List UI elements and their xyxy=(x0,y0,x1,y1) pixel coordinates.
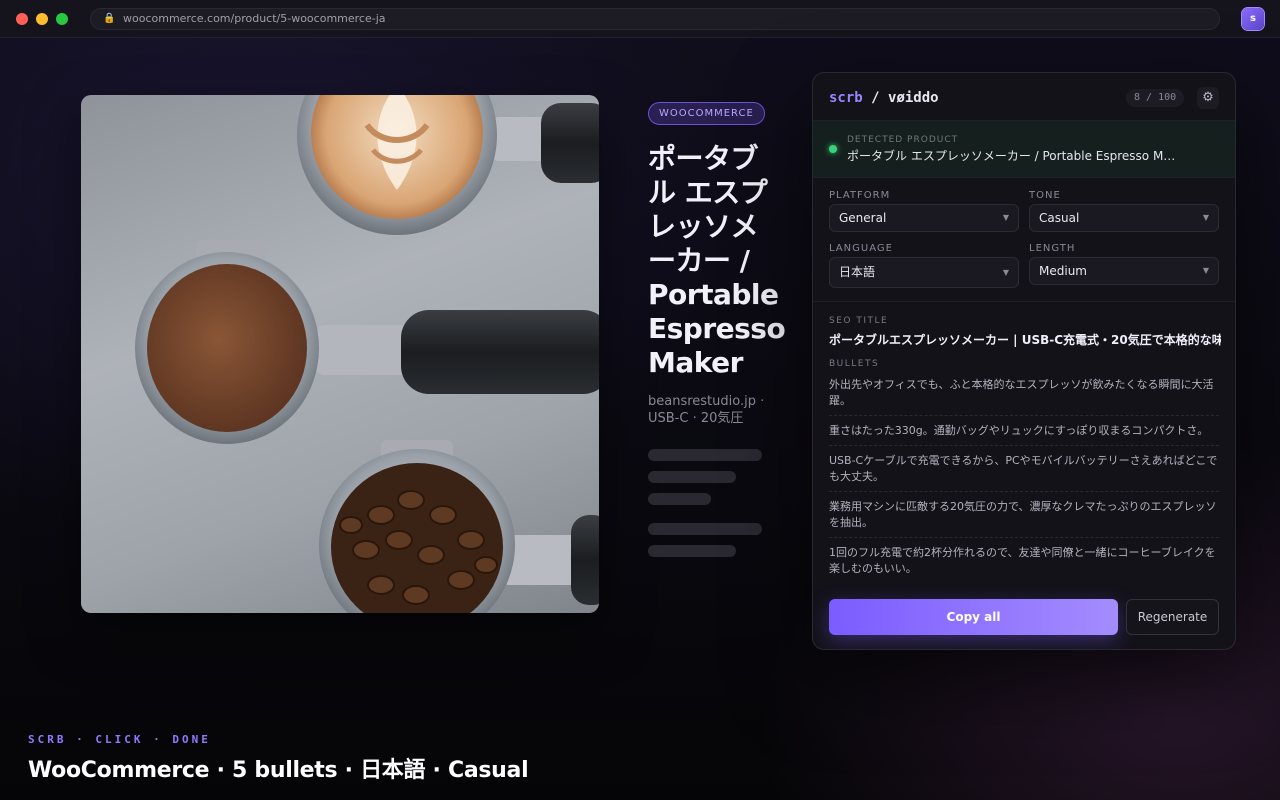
brand-logo: scrb / vøiddo xyxy=(829,90,939,106)
bullet-item[interactable]: 外出先やオフィスでも、ふと本格的なエスプレッソが飲みたくなる瞬間に大活躍。 xyxy=(829,377,1219,409)
caption-headline: WooCommerce · 5 bullets · 日本語 · Casual xyxy=(28,758,529,783)
placeholder-line xyxy=(648,493,711,505)
status-dot-icon xyxy=(829,145,837,153)
placeholder-line xyxy=(648,449,762,461)
placeholder-line xyxy=(648,545,736,557)
address-bar[interactable]: 🔒 woocommerce.com/product/5-woocommerce-… xyxy=(90,8,1220,30)
product-meta: beansrestudio.jp · USB-C · 20気圧 xyxy=(648,394,765,426)
product-image xyxy=(81,95,599,613)
platform-badge: WOOCOMMERCE xyxy=(648,102,765,125)
scrb-extension-panel: scrb / vøiddo 8 / 100 ⚙ DETECTED PRODUCT… xyxy=(812,72,1236,650)
platform-select[interactable]: General ▼ xyxy=(829,204,1019,232)
bullet-divider xyxy=(829,491,1219,492)
chevron-down-icon: ▼ xyxy=(1002,268,1009,277)
bullet-divider xyxy=(829,445,1219,446)
tone-value: Casual xyxy=(1039,211,1080,225)
length-value: Medium xyxy=(1039,264,1087,278)
bullet-divider xyxy=(829,537,1219,538)
placeholder-line xyxy=(648,523,762,535)
chevron-down-icon: ▼ xyxy=(1202,266,1209,275)
detected-product: DETECTED PRODUCT ポータブル エスプレッソメーカー / Port… xyxy=(813,121,1235,178)
chevron-down-icon: ▼ xyxy=(1002,213,1009,222)
platform-value: General xyxy=(839,211,887,225)
bullet-item[interactable]: 業務用マシンに匹敵する20気圧の力で、濃厚なクレマたっぷりのエスプレッソを抽出。 xyxy=(829,499,1219,531)
panel-header: scrb / vøiddo 8 / 100 ⚙ xyxy=(813,73,1235,121)
brand-separator: / xyxy=(862,90,889,106)
bullets-label: BULLETS xyxy=(829,359,880,369)
brand-name: vøiddo xyxy=(888,90,939,106)
placeholder-line xyxy=(648,471,736,483)
window-maximize-button[interactable] xyxy=(56,13,68,25)
product-title: ポータブル エスプレッソメーカー / Portable Espresso Mak… xyxy=(648,142,786,379)
usage-counter: 8 / 100 xyxy=(1126,89,1185,107)
language-select[interactable]: 日本語 ▼ xyxy=(829,257,1019,288)
bullet-item[interactable]: 重さはたった330g。通勤バッグやリュックにすっぽり収まるコンパクトさ。 xyxy=(829,423,1219,439)
bullet-divider xyxy=(829,415,1219,416)
copy-all-button[interactable]: Copy all xyxy=(829,599,1118,635)
chevron-down-icon: ▼ xyxy=(1202,213,1209,222)
detected-label: DETECTED PRODUCT xyxy=(847,135,959,145)
window-close-button[interactable] xyxy=(16,13,28,25)
window-minimize-button[interactable] xyxy=(36,13,48,25)
tone-select[interactable]: Casual ▼ xyxy=(1029,204,1219,232)
regenerate-button[interactable]: Regenerate xyxy=(1126,599,1219,635)
brand-prefix: scrb xyxy=(829,90,863,106)
seo-title-label: SEO TITLE xyxy=(829,316,889,326)
length-select[interactable]: Medium ▼ xyxy=(1029,257,1219,285)
gear-icon[interactable]: ⚙ xyxy=(1197,87,1219,109)
platform-label: PLATFORM xyxy=(829,190,891,201)
divider xyxy=(813,301,1235,302)
tone-label: TONE xyxy=(1029,190,1061,201)
extension-button[interactable]: s xyxy=(1242,8,1264,30)
seo-title-text[interactable]: ポータブルエスプレッソメーカー | USB-C充電式・20気圧で本格的な味 xyxy=(829,331,1221,348)
caption-kicker: SCRB · CLICK · DONE xyxy=(28,733,211,746)
bullet-item[interactable]: 1回のフル充電で約2杯分作れるので、友達や同僚と一緒にコーヒーブレイクを楽しむの… xyxy=(829,545,1219,577)
detected-value: ポータブル エスプレッソメーカー / Portable Espresso M… xyxy=(847,149,1176,163)
language-label: LANGUAGE xyxy=(829,243,893,254)
browser-toolbar: 🔒 woocommerce.com/product/5-woocommerce-… xyxy=(0,0,1280,38)
lock-icon: 🔒 xyxy=(103,13,116,24)
url-text: woocommerce.com/product/5-woocommerce-ja xyxy=(123,12,386,25)
espresso-portafilters-photo xyxy=(135,95,599,613)
language-value: 日本語 xyxy=(839,265,876,279)
length-label: LENGTH xyxy=(1029,243,1076,254)
bullet-item[interactable]: USB-Cケーブルで充電できるから、PCやモバイルバッテリーさえあればどこでも大… xyxy=(829,453,1219,485)
